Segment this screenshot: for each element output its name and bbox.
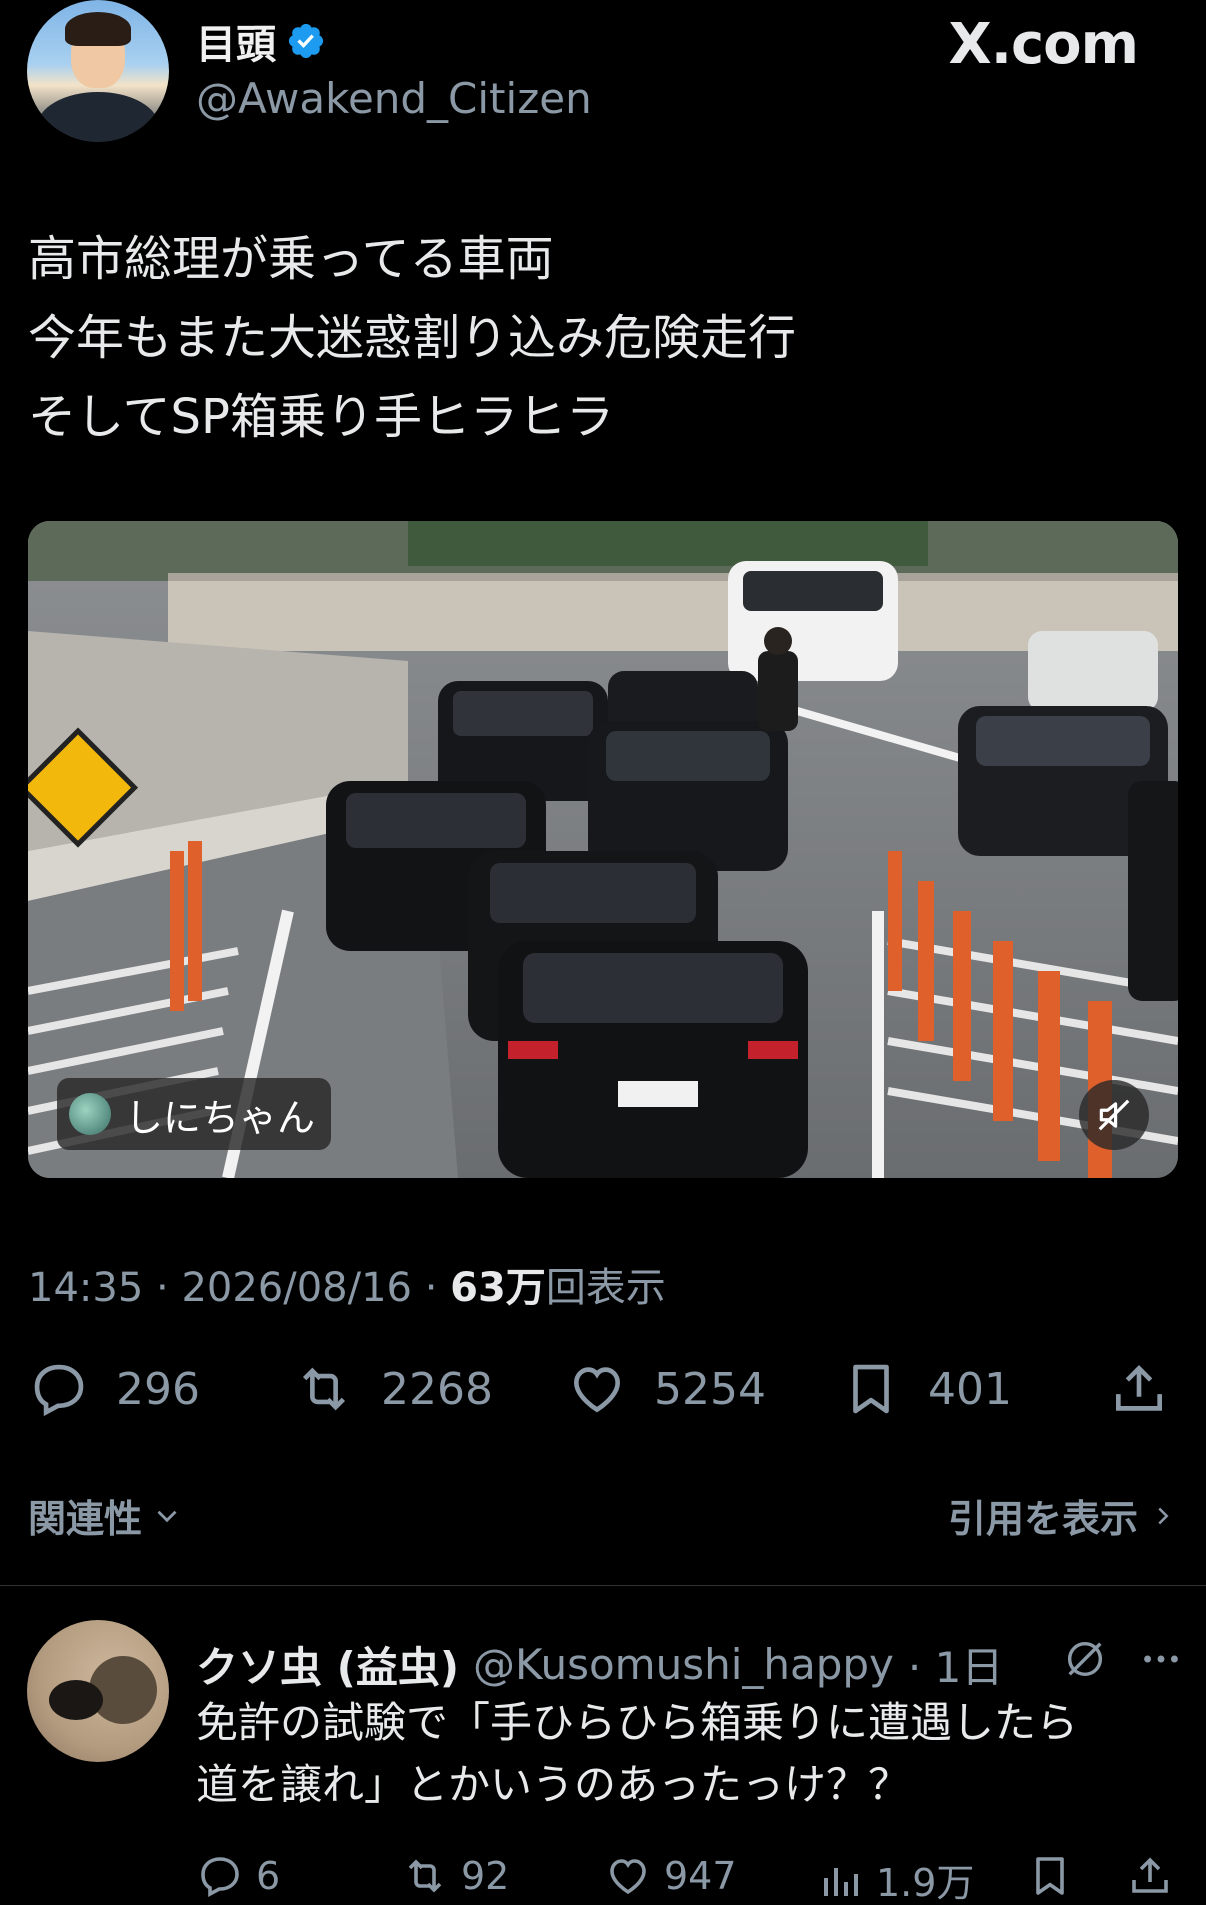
reply-author-handle[interactable]: @Kusomushi_happy [473,1640,894,1689]
repost-button[interactable]: 2268 [293,1358,493,1420]
sort-dropdown[interactable]: 関連性 [28,1488,184,1543]
reply-line: 道を譲れ」とかいうのあったっけ？？ [196,1760,911,1809]
chevron-right-icon [1158,1507,1169,1524]
caption-avatar [69,1093,111,1135]
heart-icon [574,1367,620,1413]
tweet-date[interactable]: 2026/08/16 [181,1265,412,1311]
reply-text: 免許の試験で「手ひらひら箱乗りに遭遇したら 道を譲れ」とかいうのあったっけ？？ [196,1692,1176,1816]
grok-icon[interactable] [1062,1636,1108,1682]
tweet-text: 高市総理が乗ってる車両 今年もまた大迷惑割り込み危険走行 そしてSP箱乗り手ヒラ… [28,220,1178,457]
reply-views-button[interactable]: 1.9万 [816,1852,974,1905]
reply-share-button[interactable] [1126,1852,1174,1900]
meta-separator: · [411,1265,451,1311]
tweet-line: 高市総理が乗ってる車両 [28,231,554,287]
reply-author-name[interactable]: クソ虫 (益虫) [196,1634,459,1695]
reply-repost-count: 92 [461,1854,510,1898]
meta-separator: · [143,1265,182,1311]
speaker-muted-icon [1098,1099,1130,1131]
share-button[interactable] [1108,1358,1170,1420]
like-count: 5254 [654,1363,766,1415]
video-caption-badge: しにちゃん [57,1078,331,1150]
like-button[interactable]: 5254 [566,1358,766,1420]
reply-icon [34,1364,84,1417]
views-label: 回表示 [545,1265,666,1311]
repost-icon [302,1367,346,1411]
reply-button[interactable]: 296 [28,1358,200,1420]
author-name[interactable]: 目頭 [196,12,276,70]
author-handle[interactable]: @Awakend_Citizen [196,74,592,123]
chevron-down-icon [157,1510,177,1522]
more-options-icon[interactable] [1138,1636,1184,1682]
bookmark-count: 401 [928,1363,1012,1415]
bookmark-icon [853,1364,889,1414]
analytics-icon [824,1867,858,1896]
tweet-meta: 14:35 · 2026/08/16 · 63万回表示 [28,1255,666,1313]
reply-tweet[interactable]: クソ虫 (益虫) @Kusomushi_happy · 1日 免許の試験で「手ひ… [0,1620,1206,1905]
tweet-line: そしてSP箱乗り手ヒラヒラ [28,389,614,445]
reply-reply-count: 6 [256,1854,281,1898]
reply-like-button[interactable]: 947 [604,1852,737,1900]
view-quotes-label: 引用を表示 [947,1497,1138,1541]
bookmark-icon [1036,1857,1064,1895]
reply-header-icons [1062,1636,1184,1682]
reply-line: 免許の試験で「手ひらひら箱乗りに遭遇したら [196,1698,1079,1747]
reply-action-bar: 6 92 947 1.9万 [196,1852,1186,1905]
xcom-watermark: X.com [948,12,1139,77]
replies-sort-row: 関連性 引用を表示 [28,1488,1178,1541]
tweet-header: 目頭 @Awakend_Citizen X.com [0,0,1206,150]
repost-count: 2268 [381,1363,493,1415]
sort-label: 関連性 [28,1497,143,1541]
reply-count: 296 [116,1363,200,1415]
divider [0,1585,1206,1586]
reply-time: · 1日 [907,1643,1004,1692]
repost-icon [408,1859,442,1893]
author-avatar[interactable] [27,0,169,142]
reply-icon [201,1857,239,1898]
tweet-time[interactable]: 14:35 [28,1265,143,1311]
reply-header: クソ虫 (益虫) @Kusomushi_happy · 1日 [196,1634,1003,1695]
author-name-row: 目頭 [196,12,326,70]
verified-badge-icon [288,23,324,59]
view-quotes-link[interactable]: 引用を表示 [948,1488,1178,1543]
reply-reply-button[interactable]: 6 [196,1852,280,1900]
views-count: 63万 [450,1265,546,1311]
reply-like-count: 947 [664,1854,737,1898]
reply-author-avatar[interactable] [27,1620,169,1762]
reply-views-count: 1.9万 [876,1861,975,1905]
share-icon [1116,1365,1162,1411]
tweet-line: 今年もまた大迷惑割り込み危険走行 [28,310,797,366]
action-bar: 296 2268 5254 401 [28,1358,1178,1428]
heart-icon [610,1859,646,1895]
share-icon [1132,1857,1168,1893]
reply-bookmark-button[interactable] [1026,1852,1074,1900]
mute-button[interactable] [1079,1080,1149,1150]
bookmark-button[interactable]: 401 [840,1358,1012,1420]
video-caption: しにちゃん [125,1095,316,1140]
reply-repost-button[interactable]: 92 [401,1852,509,1900]
